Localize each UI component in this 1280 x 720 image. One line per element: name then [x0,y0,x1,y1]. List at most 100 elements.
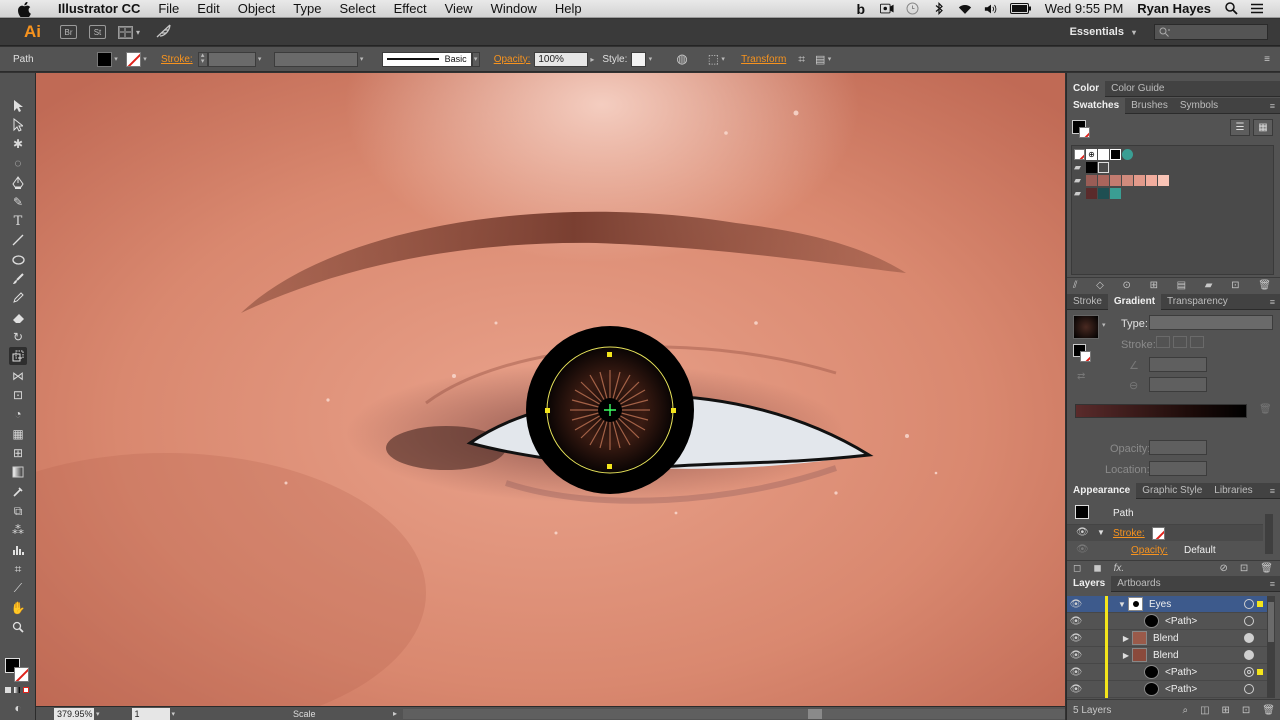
add-new-stroke-icon[interactable]: ◻ [1073,563,1081,574]
new-swatch-icon[interactable]: ⊡ [1231,280,1239,291]
appearance-scrollbar[interactable] [1265,514,1273,554]
swatch-options-icon[interactable]: ⊙ [1123,280,1131,291]
appearance-opacity-row[interactable]: 👁 Opacity: Default [1067,542,1263,558]
wifi-icon[interactable] [958,3,972,15]
volume-icon[interactable] [984,3,998,15]
tab-artboards[interactable]: Artboards [1111,576,1166,592]
gradient-mode-icon[interactable] [14,687,20,693]
make-clipping-mask-icon[interactable]: ◫ [1200,705,1209,716]
tab-layers[interactable]: Layers [1067,575,1112,592]
target-icon[interactable] [1244,616,1254,626]
horizontal-scrollbar[interactable] [403,708,1065,719]
stock-button[interactable]: St [89,25,106,39]
bing-icon[interactable]: b [854,1,868,17]
show-swatch-kinds-icon[interactable]: ◇ [1096,280,1104,291]
zoom-dropdown[interactable]: ▾ [96,710,100,718]
stroke-color-swatch[interactable] [126,51,141,67]
shape-builder-tool-icon[interactable]: ◔ [9,405,27,423]
tab-color-guide[interactable]: Color Guide [1105,81,1170,97]
menu-edit[interactable]: Edit [188,0,228,18]
delete-swatch-icon[interactable]: 🗑 [1258,280,1271,291]
opacity-label-link[interactable]: Opacity: [494,54,531,65]
menu-view[interactable]: View [436,0,482,18]
brush-dropdown[interactable]: ▾ [471,51,480,67]
stroke-weight-dropdown[interactable]: ▾ [256,52,264,67]
tab-stroke[interactable]: Stroke [1067,294,1108,310]
variable-width-dropdown[interactable]: ▾ [358,52,366,67]
menu-file[interactable]: File [149,0,188,18]
align-dropdown[interactable]: ▾ [719,52,727,67]
selection-tool-icon[interactable] [9,97,27,115]
swatch-skin-3[interactable] [1110,175,1121,186]
layer-row-blend-1[interactable]: 👁 ▶ Blend [1067,629,1267,647]
swatch-dark-teal[interactable] [1098,188,1109,199]
expand-triangle-icon[interactable]: ▼ [1097,528,1105,537]
variable-width-profile-select[interactable] [273,51,358,67]
layers-scrollbar-thumb[interactable] [1268,602,1274,642]
pen-tool-icon[interactable] [9,174,27,192]
swatch-folder-3[interactable]: ▰ [1074,188,1085,199]
zoom-level-field[interactable]: 379.95% [54,707,94,720]
menubar-user[interactable]: Ryan Hayes [1130,0,1218,18]
layer-row-path-1[interactable]: 👁 <Path> [1067,612,1267,630]
layer-visibility-icon[interactable]: 👁 [1067,633,1085,644]
layer-visibility-icon[interactable]: 👁 [1067,684,1085,695]
stroke-gradient-along-icon[interactable] [1173,336,1187,348]
curvature-tool-icon[interactable]: ✎ [9,193,27,211]
ellipse-tool-icon[interactable] [9,251,27,269]
symbol-sprayer-tool-icon[interactable]: ⁂ [9,521,27,539]
paintbrush-tool-icon[interactable] [9,270,27,288]
layers-scrollbar[interactable] [1267,596,1275,698]
appearance-stroke-row[interactable]: 👁 ▼ Stroke: [1067,524,1263,541]
draw-mode-icon[interactable]: ◐ [9,699,27,717]
swatch-teal[interactable] [1110,188,1121,199]
menu-effect[interactable]: Effect [385,0,436,18]
color-group-icon[interactable]: ⊞ [1150,280,1158,291]
column-graph-tool-icon[interactable] [9,541,27,559]
stroke-weight-stepper[interactable]: ▴ ▾ [197,51,208,67]
notification-center-icon[interactable] [1250,3,1264,15]
opacity-visibility-eye-icon[interactable]: 👁 [1076,544,1089,555]
gradient-slider[interactable] [1075,404,1247,418]
swatch-maroon[interactable] [1086,188,1097,199]
hand-tool-icon[interactable]: ✋ [9,599,27,617]
list-view-button[interactable]: ☰ [1230,119,1250,136]
layer-expand-icon[interactable]: ▶ [1120,651,1132,660]
stroke-label-link[interactable]: Stroke: [161,54,193,65]
blend-tool-icon[interactable]: ⧉ [9,502,27,520]
swatch-selected-outline[interactable] [1098,162,1109,173]
line-segment-tool-icon[interactable] [9,231,27,249]
layer-expand-icon[interactable]: ▶ [1120,634,1132,643]
menu-type[interactable]: Type [284,0,330,18]
angle-field[interactable] [1149,357,1207,372]
clear-appearance-icon[interactable]: ⊘ [1220,563,1228,574]
selection-indicator-empty[interactable] [1257,652,1263,658]
appearance-stroke-swatch[interactable] [1152,527,1165,540]
gradient-panel-menu-icon[interactable]: ≡ [1270,297,1275,307]
menu-window[interactable]: Window [482,0,546,18]
swatch-none[interactable] [1074,149,1085,160]
selection-indicator-empty[interactable] [1257,618,1263,624]
graphic-style-swatch[interactable] [631,51,647,67]
apple-menu-icon[interactable] [18,1,32,17]
transform-link[interactable]: Transform [741,54,786,65]
create-sublayer-icon[interactable]: ⊞ [1222,705,1230,716]
artboard-number-field[interactable]: 1 [131,707,170,720]
swatch-skin-1[interactable] [1086,175,1097,186]
app-menu[interactable]: Illustrator CC [44,0,149,18]
swatch-folder-2[interactable]: ▰ [1074,175,1085,186]
perspective-grid-tool-icon[interactable]: ▦ [9,425,27,443]
tab-brushes[interactable]: Brushes [1125,98,1174,114]
camera-icon[interactable] [879,3,894,15]
layers-panel-menu-icon[interactable]: ≡ [1270,579,1275,589]
artboard-tool-icon[interactable]: ⌗ [9,560,27,578]
delete-stop-icon[interactable]: 🗑 [1259,404,1272,415]
direct-selection-tool-icon[interactable] [9,116,27,134]
new-color-group-icon[interactable]: ▰ [1205,280,1213,291]
edit-color-group-icon[interactable]: ▤ [1177,280,1186,291]
aspect-ratio-field[interactable] [1149,377,1207,392]
stroke-dropdown-arrow[interactable]: ▾ [141,52,149,67]
swatch-skin-4[interactable] [1122,175,1133,186]
rotate-tool-icon[interactable]: ↻ [9,328,27,346]
selection-indicator[interactable] [1257,601,1263,607]
